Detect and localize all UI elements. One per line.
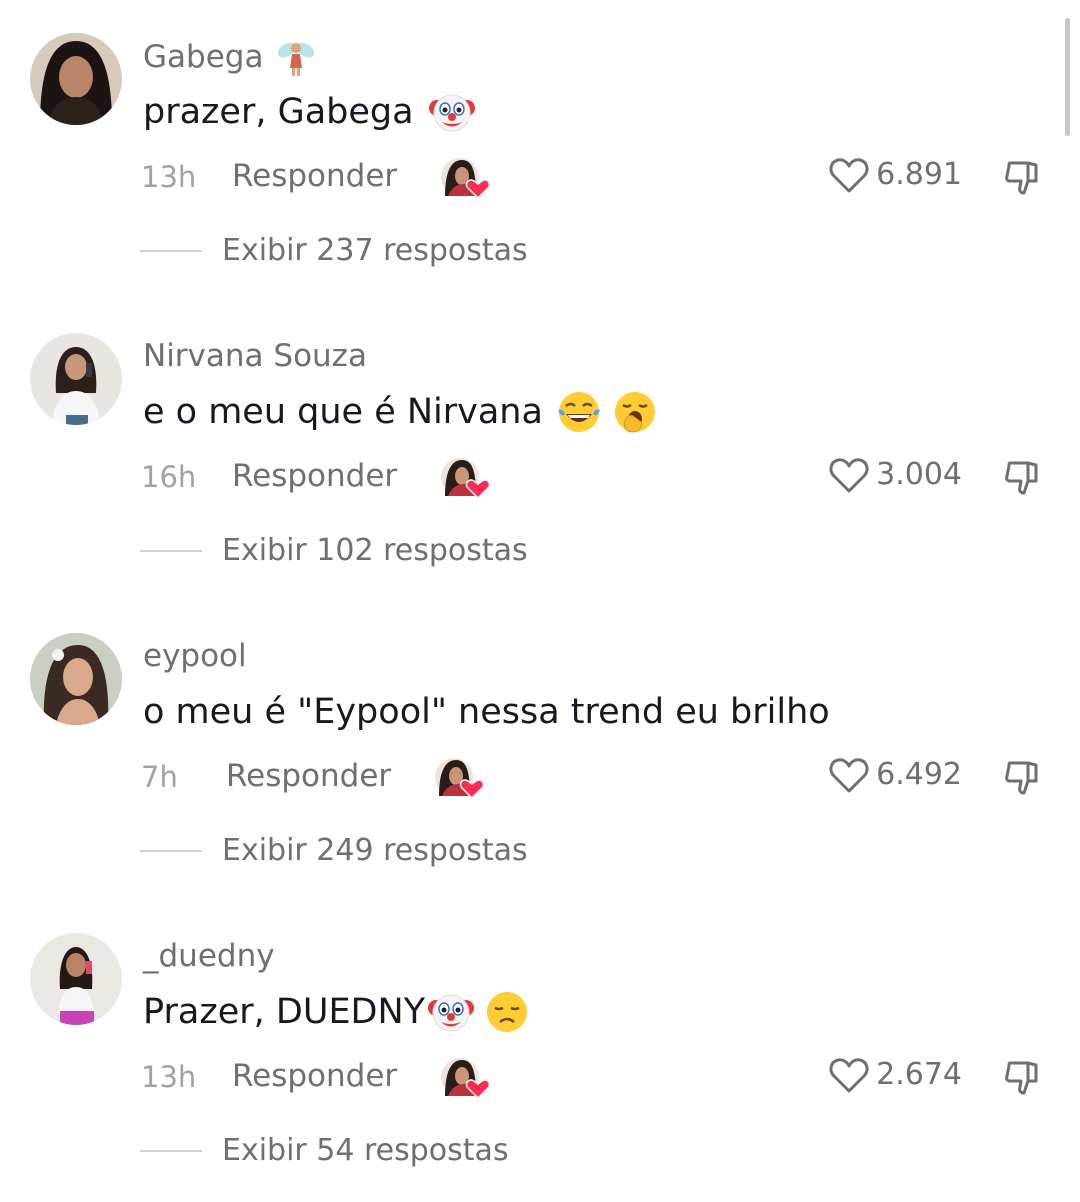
like-button[interactable]: 3.004 [828, 455, 962, 495]
comment-list[interactable]: Gabega prazer, Gabega 13h Responder 6.89… [0, 0, 1080, 1202]
reply-button[interactable]: Responder [232, 156, 397, 196]
view-replies-button[interactable]: Exibir 102 respostas [140, 530, 528, 572]
comment-text-content: prazer, Gabega [143, 92, 414, 132]
comment-text-content: e o meu que é Nirvana [143, 392, 543, 432]
avatar[interactable] [30, 33, 122, 125]
divider-line [140, 850, 202, 852]
comment-text: o meu é "Eypool" nessa trend eu brilho [143, 688, 830, 736]
creator-liked-icon [441, 458, 490, 500]
like-button[interactable]: 6.492 [828, 755, 962, 795]
comment-item: eypool o meu é "Eypool" nessa trend eu b… [0, 600, 1080, 900]
creator-liked-icon [435, 758, 484, 800]
like-count: 3.004 [876, 457, 962, 492]
like-count: 6.891 [876, 157, 962, 192]
thumbs-down-icon[interactable] [1002, 157, 1042, 197]
username-text[interactable]: Nirvana Souza [143, 336, 367, 376]
like-count: 6.492 [876, 757, 962, 792]
scrollbar[interactable] [1065, 18, 1070, 136]
comment-item: Gabega prazer, Gabega 13h Responder 6.89… [0, 0, 1080, 300]
comment-username[interactable]: _duedny [143, 936, 275, 976]
comment-time: 13h [141, 160, 197, 194]
view-replies-button[interactable]: Exibir 237 respostas [140, 230, 528, 272]
heart-icon [829, 158, 869, 193]
comment-time: 16h [141, 460, 197, 494]
creator-liked-icon [441, 1058, 490, 1100]
avatar[interactable] [30, 333, 122, 425]
comment-time: 7h [141, 760, 178, 794]
view-replies-label: Exibir 237 respostas [222, 233, 528, 268]
comment-item: _duedny Prazer, DUEDNY 13h Responder 2.6… [0, 900, 1080, 1200]
comment-text: prazer, Gabega [143, 88, 476, 136]
clown-face-emoji-icon [428, 94, 475, 132]
creator-liked-icon [441, 158, 490, 200]
username-text[interactable]: _duedny [143, 936, 275, 976]
divider-line [140, 250, 202, 252]
view-replies-label: Exibir 54 respostas [222, 1133, 509, 1168]
comment-text: e o meu que é Nirvana [143, 388, 659, 436]
yawning-face-emoji-icon [614, 392, 655, 433]
like-button[interactable]: 2.674 [828, 1055, 962, 1095]
thumbs-down-icon[interactable] [1002, 1057, 1042, 1097]
like-count: 2.674 [876, 1057, 962, 1092]
like-button[interactable]: 6.891 [828, 155, 962, 195]
avatar[interactable] [30, 633, 122, 725]
comment-username[interactable]: Gabega [143, 36, 317, 78]
comment-text: Prazer, DUEDNY [143, 988, 531, 1036]
thumbs-down-icon[interactable] [1002, 757, 1042, 797]
view-replies-label: Exibir 102 respostas [222, 533, 528, 568]
username-text[interactable]: eypool [143, 636, 247, 676]
thumbs-down-icon[interactable] [1002, 457, 1042, 497]
comment-text-content: Prazer, DUEDNY [143, 992, 426, 1032]
heart-icon [829, 758, 869, 793]
reply-button[interactable]: Responder [232, 1056, 397, 1096]
username-text[interactable]: Gabega [143, 37, 263, 77]
reply-button[interactable]: Responder [226, 756, 391, 796]
reply-button[interactable]: Responder [232, 456, 397, 496]
fairy-emoji-icon [278, 42, 315, 76]
heart-icon [829, 1058, 869, 1093]
divider-line [140, 1150, 202, 1152]
comment-time: 13h [141, 1060, 197, 1094]
comment-username[interactable]: Nirvana Souza [143, 336, 367, 376]
comment-text-content: o meu é "Eypool" nessa trend eu brilho [143, 692, 830, 732]
comment-username[interactable]: eypool [143, 636, 247, 676]
tears-of-joy-emoji-icon [557, 392, 600, 432]
clown-face-emoji-icon [428, 994, 475, 1032]
divider-line [140, 550, 202, 552]
heart-icon [829, 458, 869, 493]
view-replies-button[interactable]: Exibir 249 respostas [140, 830, 528, 872]
view-replies-label: Exibir 249 respostas [222, 833, 528, 868]
avatar[interactable] [30, 933, 122, 1025]
disappointed-face-emoji-icon [487, 992, 528, 1032]
view-replies-button[interactable]: Exibir 54 respostas [140, 1130, 509, 1172]
comment-item: Nirvana Souza e o meu que é Nirvana 16h [0, 300, 1080, 600]
